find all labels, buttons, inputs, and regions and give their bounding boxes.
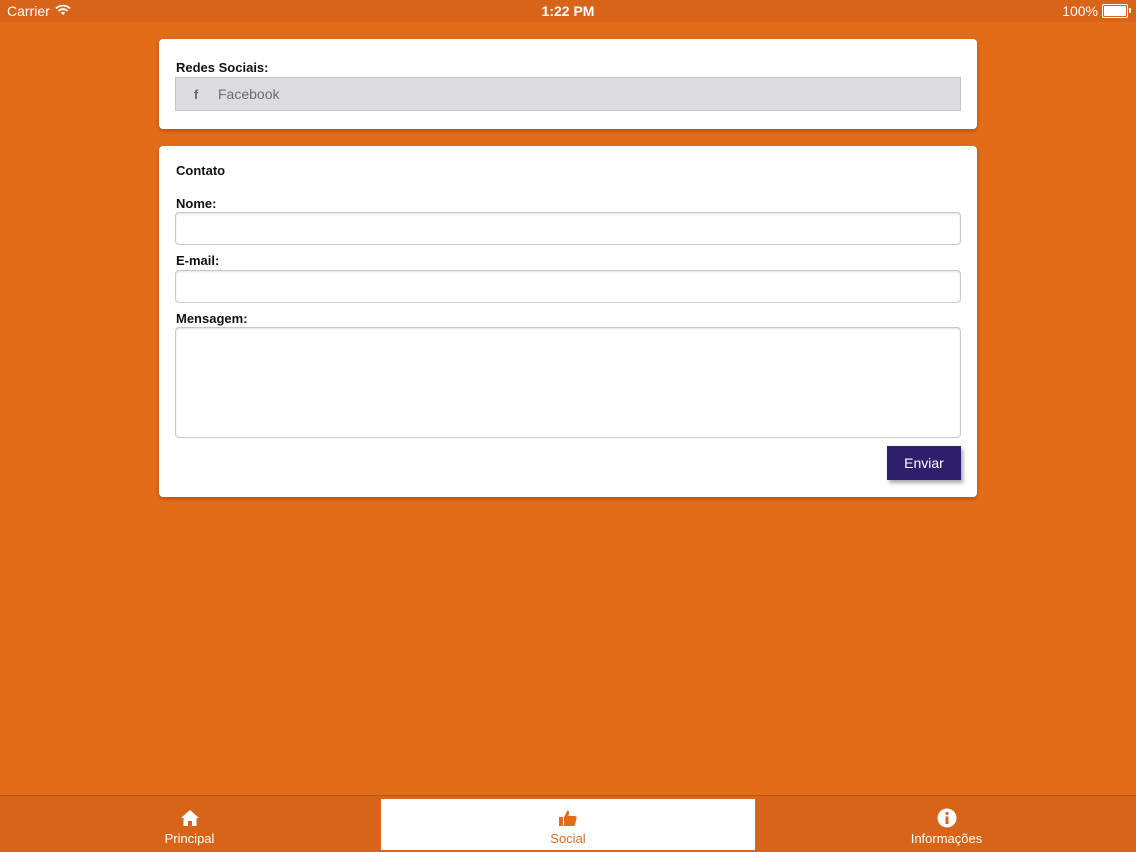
social-card: Redes Sociais: f Facebook — [159, 39, 977, 129]
battery-percent: 100% — [1062, 3, 1098, 19]
thumbs-up-icon — [558, 808, 578, 828]
facebook-icon: f — [193, 86, 199, 102]
tab-principal-label: Principal — [164, 831, 215, 846]
status-right: 100% — [1062, 3, 1131, 19]
facebook-label: Facebook — [218, 86, 280, 102]
battery-fill — [1104, 6, 1126, 16]
tab-social-label: Social — [550, 831, 586, 846]
contact-title: Contato — [176, 163, 226, 178]
status-time: 1:22 PM — [541, 3, 595, 19]
message-label: Mensagem: — [176, 311, 248, 326]
tab-informacoes[interactable]: Informações — [757, 799, 1136, 850]
email-field[interactable] — [175, 270, 961, 303]
contact-card: Contato Nome: E-mail: Mensagem: Enviar — [159, 146, 977, 497]
info-icon — [937, 808, 957, 828]
message-field[interactable] — [175, 327, 961, 438]
name-label: Nome: — [176, 196, 217, 211]
send-button[interactable]: Enviar — [887, 446, 961, 480]
email-label: E-mail: — [176, 253, 220, 268]
battery-icon — [1102, 4, 1131, 18]
name-field[interactable] — [175, 212, 961, 245]
tab-principal[interactable]: Principal — [0, 799, 379, 850]
tab-bar: Principal Social Informações — [0, 795, 1136, 852]
social-title: Redes Sociais: — [176, 60, 269, 75]
tab-social[interactable]: Social — [381, 799, 755, 850]
facebook-button[interactable]: f Facebook — [175, 77, 961, 111]
home-icon — [180, 808, 200, 828]
status-bar: Carrier 1:22 PM 100% — [0, 0, 1136, 22]
tab-informacoes-label: Informações — [910, 831, 983, 846]
